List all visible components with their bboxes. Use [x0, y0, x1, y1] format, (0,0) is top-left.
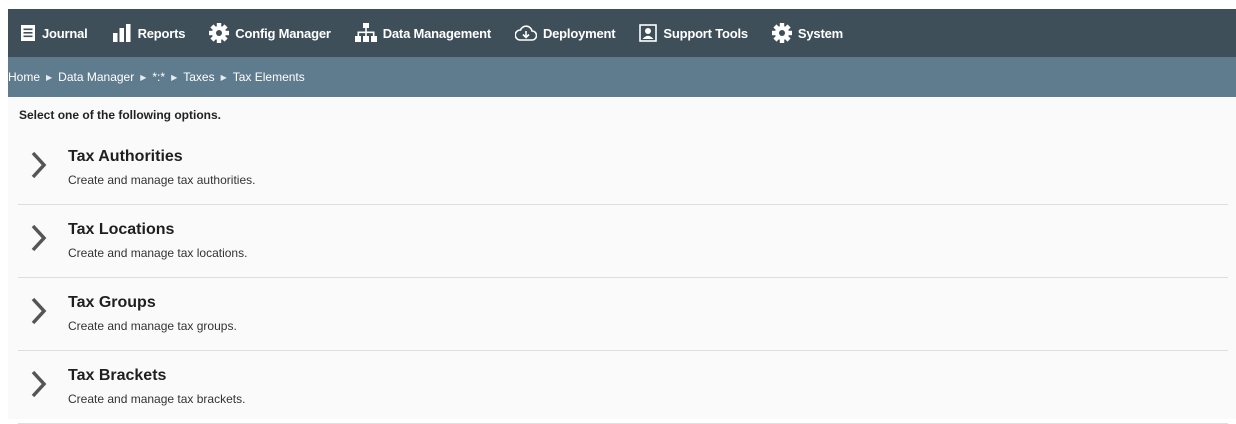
nav-data-management[interactable]: Data Management — [343, 9, 503, 57]
nav-data-management-label: Data Management — [382, 25, 491, 41]
chevron-right-icon — [31, 151, 47, 179]
nav-config-manager[interactable]: Config Manager — [197, 9, 342, 57]
nav-support-tools[interactable]: Support Tools — [627, 9, 760, 57]
nav-system-label: System — [797, 25, 843, 41]
breadcrumb-separator-icon: ▶ — [46, 72, 53, 82]
nav-config-manager-label: Config Manager — [235, 25, 331, 41]
hierarchy-icon — [354, 23, 377, 42]
breadcrumb-taxes[interactable]: Taxes — [183, 70, 214, 84]
nav-system[interactable]: System — [760, 9, 855, 57]
option-description: Create and manage tax authorities. — [68, 173, 256, 187]
nav-deployment-label: Deployment — [542, 25, 616, 41]
gear-icon — [771, 23, 792, 43]
option-tax-authorities[interactable]: Tax Authorities Create and manage tax au… — [18, 132, 1228, 205]
option-tax-groups[interactable]: Tax Groups Create and manage tax groups. — [18, 278, 1228, 351]
nav-journal-label: Journal — [42, 25, 88, 41]
option-title: Tax Groups — [68, 294, 156, 311]
option-description: Create and manage tax locations. — [68, 246, 248, 260]
cloud-download-icon — [514, 25, 537, 41]
breadcrumb-separator-icon: ▶ — [140, 72, 147, 82]
option-tax-locations[interactable]: Tax Locations Create and manage tax loca… — [18, 205, 1228, 278]
nav-journal[interactable]: Journal — [8, 9, 100, 57]
nav-deployment[interactable]: Deployment — [503, 9, 627, 57]
options-panel: Select one of the following options. Tax… — [8, 97, 1236, 424]
journal-icon — [21, 25, 35, 41]
breadcrumb: Home ▶ Data Manager ▶ *:* ▶ Taxes ▶ Tax … — [8, 57, 1236, 97]
option-description: Create and manage tax groups. — [68, 319, 237, 333]
support-user-icon — [639, 24, 658, 42]
breadcrumb-separator-icon: ▶ — [220, 72, 227, 82]
top-navigation-bar: Journal Reports Config Manager Data Mana… — [8, 9, 1236, 57]
chevron-right-icon — [31, 224, 47, 252]
option-title: Tax Authorities — [68, 148, 183, 165]
nav-reports[interactable]: Reports — [100, 9, 198, 57]
breadcrumb-scope[interactable]: *:* — [152, 70, 165, 84]
gear-icon — [209, 23, 230, 43]
option-title: Tax Locations — [68, 221, 175, 238]
breadcrumb-data-manager[interactable]: Data Manager — [58, 70, 134, 84]
option-tax-brackets[interactable]: Tax Brackets Create and manage tax brack… — [18, 351, 1228, 424]
breadcrumb-tax-elements: Tax Elements — [232, 70, 305, 84]
chevron-right-icon — [31, 297, 47, 325]
breadcrumb-separator-icon: ▶ — [171, 72, 178, 82]
nav-reports-label: Reports — [137, 25, 186, 41]
intro-text: Select one of the following options. — [19, 108, 221, 122]
breadcrumb-home[interactable]: Home — [8, 70, 40, 84]
option-title: Tax Brackets — [68, 367, 167, 384]
option-description: Create and manage tax brackets. — [68, 392, 246, 406]
bar-chart-icon — [112, 24, 131, 42]
nav-support-tools-label: Support Tools — [663, 25, 748, 41]
chevron-right-icon — [31, 370, 47, 398]
